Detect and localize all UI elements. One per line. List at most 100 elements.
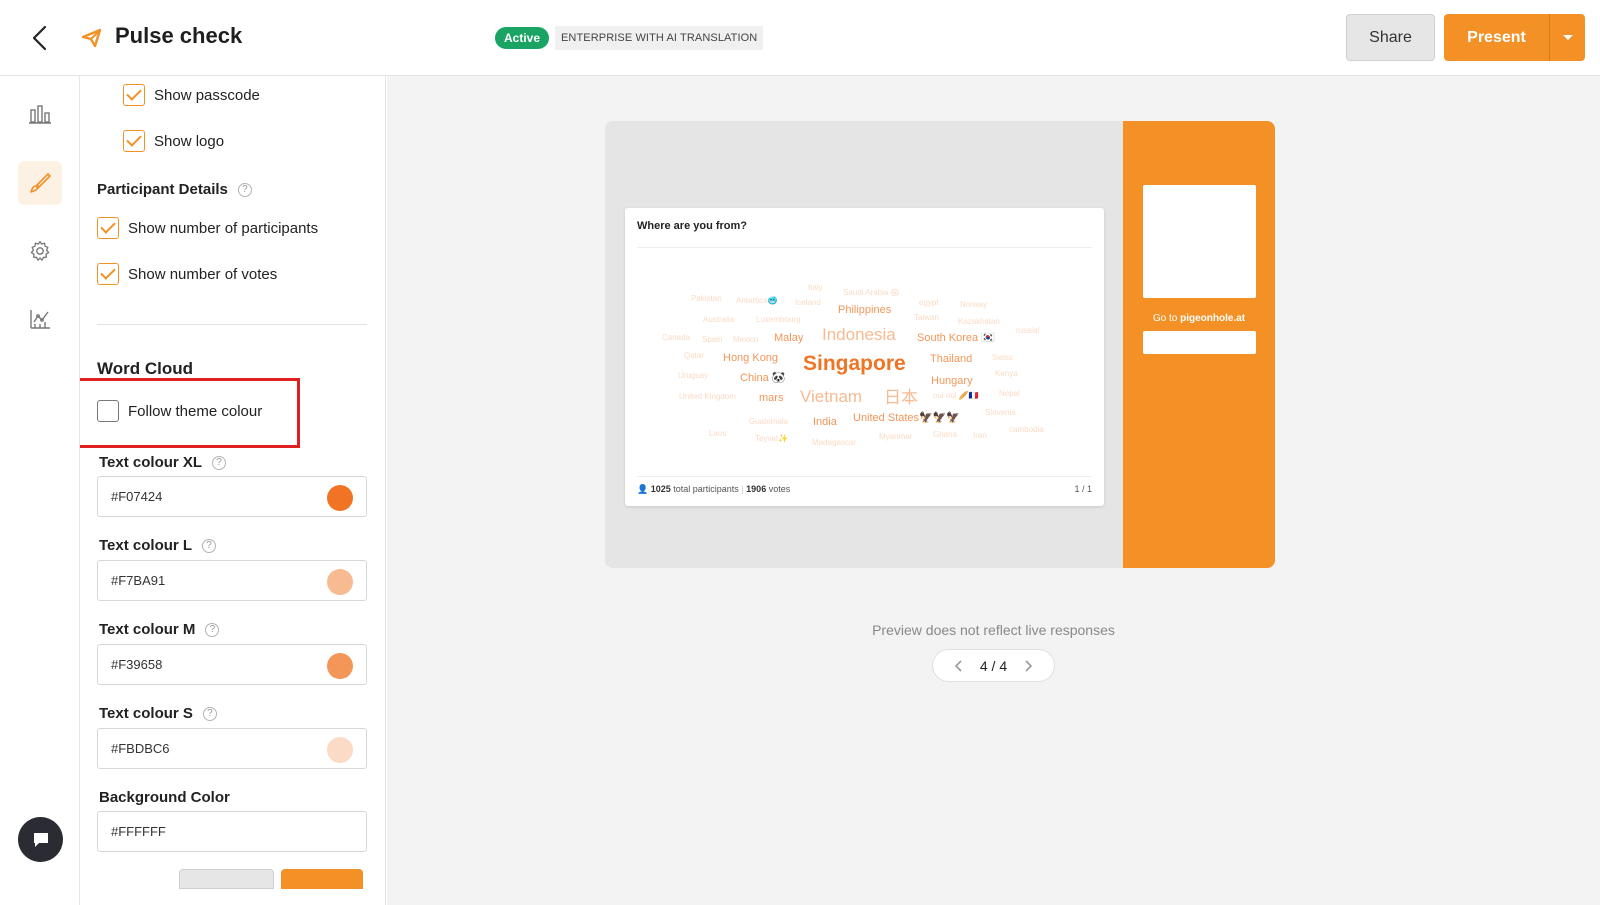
join-instructions: Go to pigeonhole.at bbox=[1123, 313, 1275, 324]
background-color-value[interactable]: #FFFFFF bbox=[111, 824, 166, 839]
word-cloud-word: Guatemala bbox=[749, 417, 789, 426]
help-icon[interactable]: ? bbox=[202, 706, 217, 721]
passcode-box bbox=[1143, 331, 1256, 354]
help-icon[interactable]: ? bbox=[202, 538, 217, 553]
word-cloud-word: Slovenia bbox=[985, 408, 1016, 417]
text-colour-l-field[interactable]: #F7BA91 bbox=[97, 560, 367, 601]
participant-details-label: Participant Details bbox=[97, 181, 228, 198]
participants-count: 1025 bbox=[650, 484, 671, 494]
preview-note: Preview does not reflect live responses bbox=[872, 622, 1115, 638]
text-colour-s-field[interactable]: #FBDBC6 bbox=[97, 728, 367, 769]
word-cloud-word: Uruguay bbox=[678, 371, 709, 380]
word-cloud-word: India bbox=[813, 416, 837, 428]
qr-code bbox=[1143, 185, 1256, 298]
text-colour-xl-field[interactable]: #F07424 bbox=[97, 476, 367, 517]
background-color-heading: Background Color bbox=[99, 789, 230, 806]
word-cloud-word: Taiwan bbox=[914, 313, 939, 322]
text-colour-xl-swatch[interactable] bbox=[327, 485, 353, 511]
rail-design[interactable] bbox=[18, 161, 62, 205]
background-color-label: Background Color bbox=[99, 789, 230, 806]
word-cloud-word: Saudi Arabia 😱 bbox=[843, 288, 899, 297]
word-cloud-word: Nepal bbox=[999, 389, 1020, 398]
show-participants-option[interactable]: Show number of participants bbox=[97, 217, 318, 239]
word-cloud-word: Kenya bbox=[995, 369, 1018, 378]
top-bar: Pulse check Active ENTERPRISE WITH AI TR… bbox=[0, 0, 1600, 76]
cancel-button[interactable] bbox=[179, 869, 274, 889]
brush-icon bbox=[30, 173, 51, 193]
background-color-field[interactable]: #FFFFFF bbox=[97, 811, 367, 852]
present-button[interactable]: Present bbox=[1444, 14, 1549, 61]
rail-analytics[interactable] bbox=[18, 297, 62, 341]
text-colour-xl-heading: Text colour XL ? bbox=[99, 454, 227, 471]
rail-results[interactable] bbox=[18, 92, 62, 136]
show-logo-checkbox[interactable] bbox=[123, 130, 145, 152]
text-colour-l-value[interactable]: #F7BA91 bbox=[111, 573, 165, 588]
word-cloud-word: cambodia bbox=[1009, 425, 1044, 434]
show-votes-option[interactable]: Show number of votes bbox=[97, 263, 277, 285]
show-participants-label: Show number of participants bbox=[128, 219, 319, 237]
show-logo-option[interactable]: Show logo bbox=[123, 130, 224, 152]
word-cloud-word: Mexico bbox=[733, 335, 759, 344]
word-cloud-card: Where are you from? Singapore Indonesia Vi… bbox=[625, 208, 1104, 506]
show-votes-checkbox[interactable] bbox=[97, 263, 119, 285]
present-options-dropdown[interactable] bbox=[1549, 14, 1585, 61]
word-cloud-word: Ghana bbox=[933, 430, 958, 439]
chevron-right-icon[interactable] bbox=[1020, 658, 1036, 674]
card-divider bbox=[637, 247, 1092, 248]
goto-prefix: Go to bbox=[1152, 313, 1178, 324]
card-footer-divider bbox=[637, 476, 1092, 477]
text-colour-m-swatch[interactable] bbox=[327, 653, 353, 679]
word-cloud-word: United Kingdom bbox=[679, 392, 736, 401]
word-cloud-word: China 🐼 bbox=[740, 372, 786, 384]
page-title: Pulse check bbox=[115, 23, 243, 48]
help-icon[interactable]: ? bbox=[237, 182, 252, 197]
word-cloud-word: oui oui 🥖🇫🇷 bbox=[933, 391, 979, 400]
show-participants-checkbox[interactable] bbox=[97, 217, 119, 239]
analytics-icon bbox=[30, 310, 50, 329]
word-cloud-word: Pakistan bbox=[691, 294, 722, 303]
participants-icon: 👤 bbox=[637, 484, 651, 494]
word-cloud-word: Swiss bbox=[992, 353, 1013, 362]
word-cloud-word: Iceland bbox=[795, 298, 821, 307]
card-page-indicator: 1 / 1 bbox=[1074, 484, 1092, 494]
chat-bubble-icon bbox=[33, 832, 48, 847]
follow-theme-checkbox[interactable] bbox=[97, 400, 119, 422]
word-cloud-word: Australia bbox=[703, 315, 735, 324]
text-colour-m-label: Text colour M bbox=[99, 621, 196, 638]
follow-theme-option[interactable]: Follow theme colour bbox=[97, 400, 262, 422]
text-colour-m-field[interactable]: #F39658 bbox=[97, 644, 367, 685]
save-button[interactable] bbox=[281, 869, 363, 889]
word-cloud-word: Philippines bbox=[838, 304, 892, 316]
help-icon[interactable]: ? bbox=[205, 622, 220, 637]
word-cloud-word: russia! bbox=[1016, 326, 1040, 335]
participants-label: total participants bbox=[673, 484, 739, 494]
text-colour-xl-value[interactable]: #F07424 bbox=[111, 489, 162, 504]
show-passcode-checkbox[interactable] bbox=[123, 84, 145, 106]
chat-support-button[interactable] bbox=[18, 817, 63, 862]
card-stats: 👤 1025 total participants | 1906 votes bbox=[637, 484, 791, 494]
show-votes-label: Show number of votes bbox=[128, 265, 278, 283]
pigeonhole-logo-icon bbox=[81, 28, 102, 48]
share-button[interactable]: Share bbox=[1346, 14, 1435, 61]
question-text: Where are you from? bbox=[637, 220, 748, 232]
follow-theme-label: Follow theme colour bbox=[128, 402, 263, 420]
word-cloud-word: Iran bbox=[973, 431, 987, 440]
text-colour-m-value[interactable]: #F39658 bbox=[111, 657, 162, 672]
show-passcode-option[interactable]: Show passcode bbox=[123, 84, 260, 106]
help-icon[interactable]: ? bbox=[212, 455, 227, 470]
word-cloud-word: Hong Kong bbox=[723, 352, 779, 364]
participant-details-heading: Participant Details ? bbox=[97, 181, 252, 198]
word-cloud-word: Teyvat✨ bbox=[755, 434, 789, 443]
plan-badge: ENTERPRISE WITH AI TRANSLATION bbox=[555, 26, 764, 50]
back-arrow-icon[interactable] bbox=[28, 24, 52, 52]
word-cloud-word: Malay bbox=[774, 332, 804, 344]
text-colour-s-value[interactable]: #FBDBC6 bbox=[111, 741, 170, 756]
slide-preview: Where are you from? Singapore Indonesia Vi… bbox=[605, 121, 1275, 568]
bar-chart-icon bbox=[29, 105, 51, 124]
rail-settings[interactable] bbox=[18, 229, 62, 273]
text-colour-s-swatch[interactable] bbox=[327, 737, 353, 763]
word-cloud-word: Italy bbox=[808, 283, 823, 292]
text-colour-l-swatch[interactable] bbox=[327, 569, 353, 595]
word-cloud-word: United States🦅🦅🦅 bbox=[853, 412, 961, 424]
word-cloud-word: 日本 bbox=[884, 388, 918, 407]
